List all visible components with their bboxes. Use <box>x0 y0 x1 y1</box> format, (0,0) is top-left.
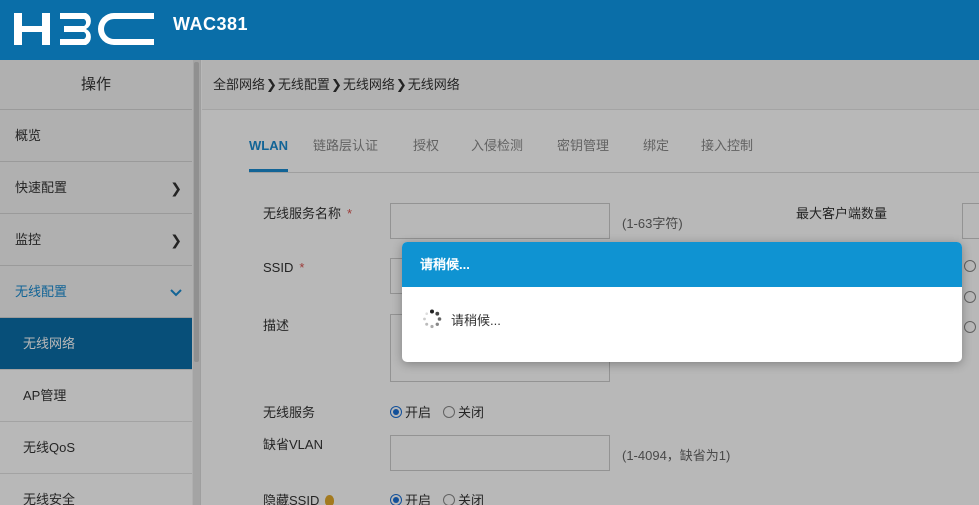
h3c-logo <box>14 13 154 45</box>
dialog-body: 请稍候... <box>402 287 962 362</box>
top-header: WAC381 <box>0 0 979 60</box>
device-model: WAC381 <box>173 14 249 34</box>
dialog-message: 请稍候... <box>451 313 501 328</box>
dialog-title: 请稍候... <box>402 242 962 287</box>
spinner-icon <box>423 309 442 329</box>
loading-dialog: 请稍候... 请稍候... <box>402 242 962 362</box>
